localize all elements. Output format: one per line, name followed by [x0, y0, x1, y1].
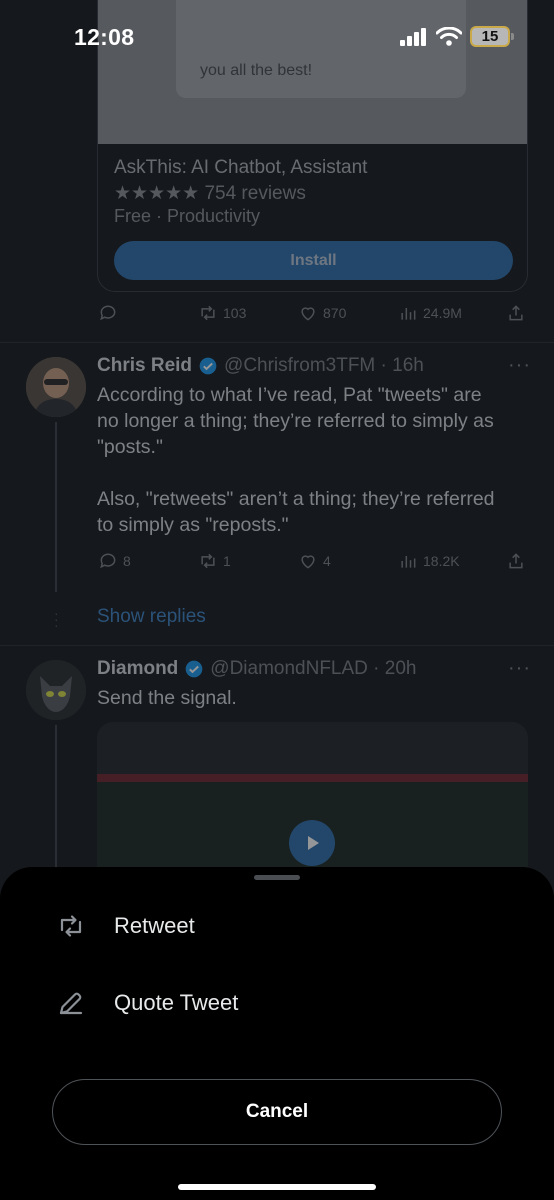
avatar-photo	[26, 660, 86, 720]
heart-icon	[301, 555, 315, 569]
like-count: 4	[323, 553, 331, 569]
avatar-photo	[26, 357, 86, 417]
retweet-action-sheet: Retweet Quote Tweet Cancel	[0, 867, 554, 1200]
author-handle[interactable]: @Chrisfrom3TFM · 16h	[224, 355, 424, 377]
author-name[interactable]: Chris Reid	[97, 355, 192, 377]
app-title: AskThis: AI Chatbot, Assistant	[114, 157, 368, 178]
share-button[interactable]	[506, 551, 526, 571]
retweet-icon	[201, 553, 215, 569]
verified-badge-icon	[185, 660, 203, 678]
retweet-count: 1	[223, 553, 231, 569]
avatar[interactable]	[26, 357, 86, 417]
divider	[0, 342, 554, 343]
retweet-icon	[60, 915, 82, 937]
app-rating: ★★★★★ 754 reviews	[114, 183, 306, 204]
retweet-button[interactable]: 1	[198, 551, 231, 571]
status-bar: 12:08 15	[0, 0, 554, 70]
share-icon	[509, 553, 523, 569]
views-button[interactable]: 18.2K	[398, 551, 460, 571]
views-icon	[401, 308, 416, 320]
views-button[interactable]: 24.9M	[398, 303, 462, 323]
play-icon	[308, 836, 319, 850]
views-icon	[401, 556, 416, 568]
reply-count: 8	[123, 553, 131, 569]
like-button[interactable]: 4	[298, 551, 331, 571]
author-handle[interactable]: @DiamondNFLAD · 20h	[210, 658, 416, 680]
cancel-button[interactable]: Cancel	[52, 1079, 502, 1145]
reply-button[interactable]: 8	[98, 551, 131, 571]
tweet-header: Diamond @DiamondNFLAD · 20h	[97, 658, 416, 680]
more-options-icon[interactable]: ···	[508, 657, 531, 680]
share-icon	[509, 305, 523, 321]
reply-icon	[100, 305, 116, 321]
show-replies-link[interactable]: Show replies	[97, 606, 206, 628]
app-category: Free · Productivity	[114, 206, 261, 226]
tweet-text: Send the signal.	[97, 687, 237, 709]
retweet-count: 103	[223, 305, 247, 321]
status-indicators: 15	[400, 26, 514, 47]
quote-tweet-option[interactable]: Quote Tweet	[56, 988, 238, 1018]
like-count: 870	[323, 305, 347, 321]
divider	[0, 645, 554, 646]
install-button[interactable]: Install	[114, 241, 513, 280]
wifi-icon	[436, 27, 462, 46]
retweet-option-label: Retweet	[114, 913, 195, 938]
verified-badge-icon	[199, 357, 217, 375]
stadium-banner	[97, 774, 528, 782]
thread-dots-icon: · · ·	[54, 605, 59, 633]
status-time: 12:08	[74, 24, 135, 50]
quote-tweet-option-label: Quote Tweet	[114, 990, 239, 1015]
thread-line	[55, 725, 57, 875]
home-indicator[interactable]	[178, 1184, 376, 1190]
retweet-option[interactable]: Retweet	[56, 911, 195, 941]
pencil-icon	[59, 992, 83, 1015]
share-button[interactable]	[506, 303, 526, 323]
retweet-icon	[201, 305, 215, 321]
avatar[interactable]	[26, 660, 86, 720]
tweet-action-bar: 8 1 4 18.2K	[0, 551, 554, 573]
retweet-button[interactable]: 103	[198, 303, 246, 323]
reply-button[interactable]	[98, 303, 118, 323]
tweet-header: Chris Reid @Chrisfrom3TFM · 16h	[97, 355, 424, 377]
battery-cap	[511, 33, 514, 40]
author-name[interactable]: Diamond	[97, 658, 178, 680]
video-media[interactable]	[97, 722, 528, 882]
cellular-signal-icon	[400, 27, 426, 46]
reply-icon	[100, 553, 116, 569]
sheet-drag-handle[interactable]	[254, 875, 300, 880]
ad-action-bar: 103 870 24.9M	[0, 303, 554, 325]
views-count: 24.9M	[423, 305, 462, 321]
battery-level: 15	[481, 28, 499, 45]
play-button[interactable]	[289, 820, 335, 866]
tweet-text: According to what I’ve read, Pat "tweets…	[97, 384, 495, 536]
views-count: 18.2K	[423, 553, 460, 569]
more-options-icon[interactable]: ···	[508, 354, 531, 377]
battery-icon: 15	[470, 26, 514, 47]
like-button[interactable]: 870	[298, 303, 346, 323]
heart-icon	[301, 307, 315, 321]
